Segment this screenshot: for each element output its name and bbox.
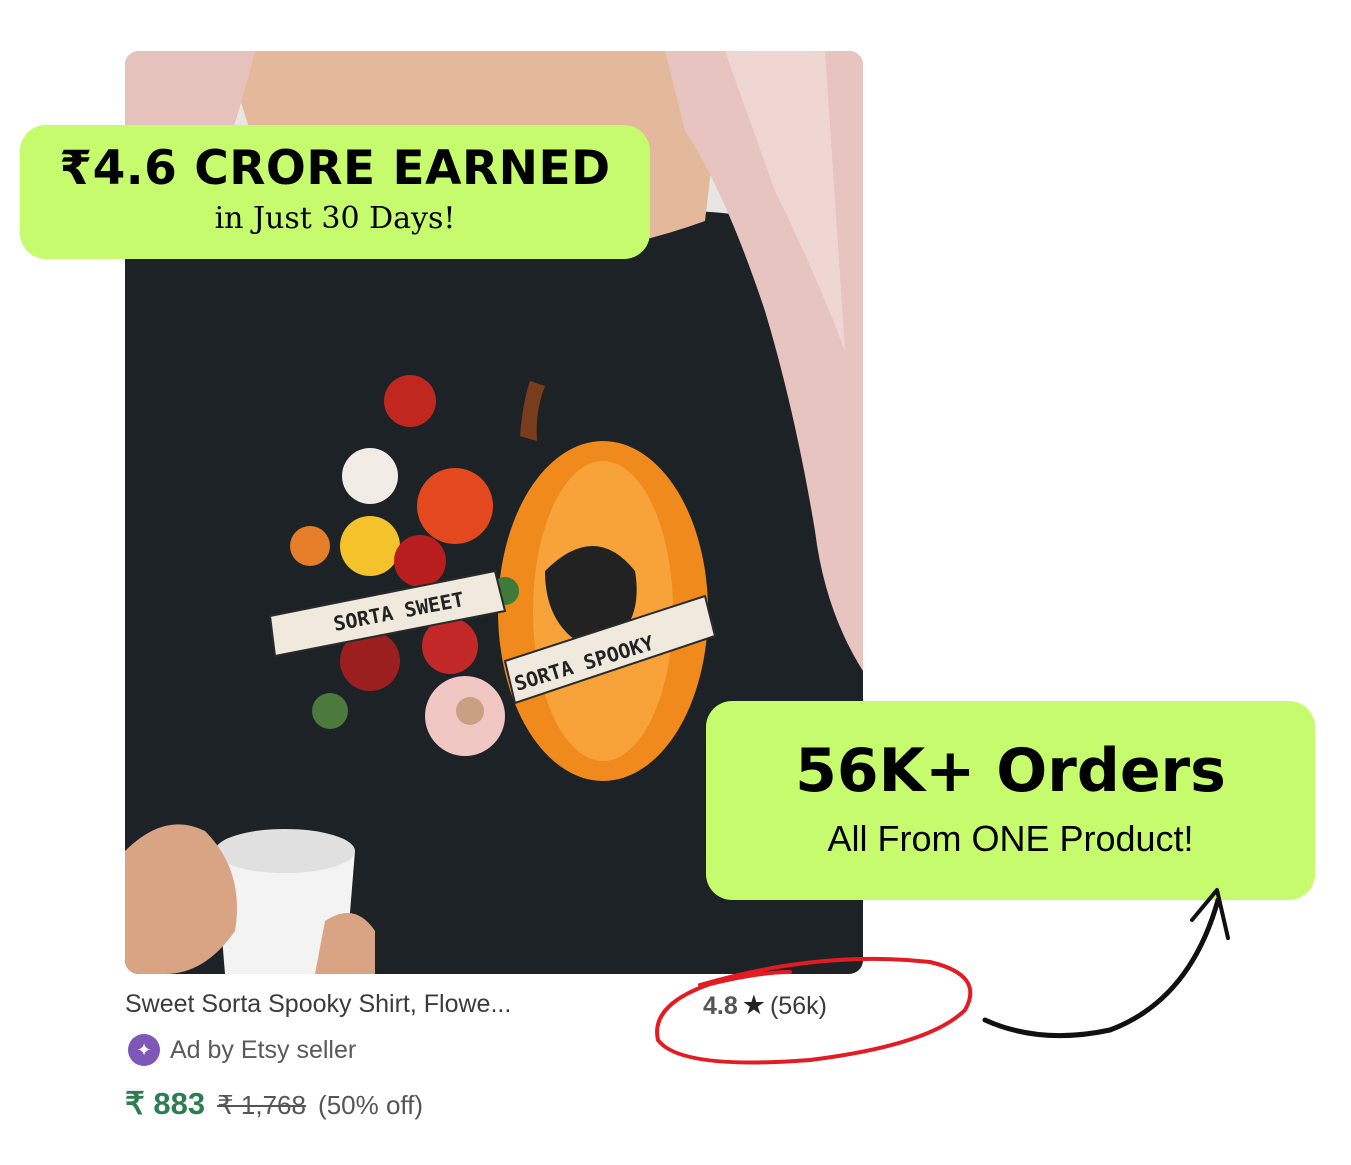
star-icon: ★ <box>741 990 766 1020</box>
earnings-subline: in Just 30 Days! <box>214 201 456 236</box>
seller-label: Ad by Etsy seller <box>170 1035 357 1064</box>
discount-label: (50% off) <box>318 1090 424 1120</box>
curved-arrow-icon <box>982 897 1221 1039</box>
product-title[interactable]: Sweet Sorta Spooky Shirt, Flowe... <box>125 990 625 1019</box>
orders-headline: 56K+ Orders <box>795 736 1226 806</box>
orders-subline: All From ONE Product! <box>827 818 1194 859</box>
current-price: ₹ 883 <box>125 1086 206 1121</box>
original-price: ₹ 1,768 <box>217 1090 306 1120</box>
review-count: (56k) <box>769 992 827 1020</box>
seller-row: ✦ Ad by Etsy seller <box>128 1034 356 1066</box>
price-row: ₹ 883 ₹ 1,768 (50% off) <box>125 1086 423 1122</box>
star-badge-icon: ✦ <box>128 1034 160 1066</box>
orders-badge: 56K+ Orders All From ONE Product! <box>706 701 1315 900</box>
product-rating[interactable]: 4.8 ★ (56k) <box>703 990 827 1021</box>
earnings-headline: ₹4.6 CRORE EARNED <box>59 141 611 196</box>
rating-value: 4.8 <box>703 992 738 1020</box>
earnings-badge: ₹4.6 CRORE EARNED in Just 30 Days! <box>20 125 650 259</box>
